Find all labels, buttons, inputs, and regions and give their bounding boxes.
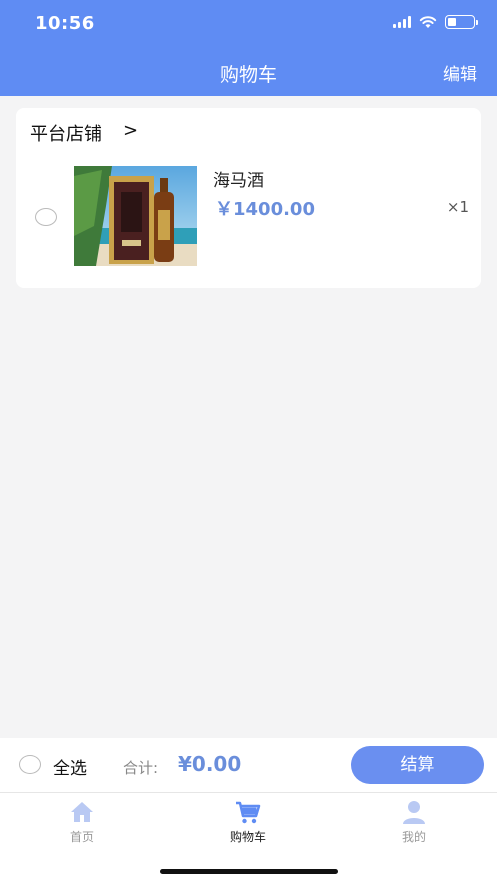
total-label: 合计: <box>123 759 159 777</box>
edit-button[interactable]: 编辑 <box>443 60 477 85</box>
tab-label: 首页 <box>69 830 94 844</box>
page-title: 购物车 <box>219 64 277 86</box>
tab-cart[interactable]: 购物车 <box>203 799 293 845</box>
checkout-bar: 全选 合计: ¥0.00 结算 <box>0 738 497 792</box>
cart-icon <box>236 801 261 824</box>
app-header: 10:56 购物车 编辑 <box>0 0 497 96</box>
total-value: ¥0.00 <box>178 752 242 776</box>
status-time: 10:56 <box>35 13 95 34</box>
select-all-label[interactable]: 全选 <box>53 754 87 779</box>
wifi-icon <box>419 16 437 28</box>
tab-label: 购物车 <box>229 830 266 844</box>
user-icon <box>403 801 425 824</box>
chevron-right-icon[interactable]: > <box>123 120 138 141</box>
store-card: 平台店铺 > 海马酒 ￥1400.00 ×1 <box>16 108 481 288</box>
tab-label: 我的 <box>401 830 426 844</box>
item-checkbox[interactable] <box>35 208 57 226</box>
tab-profile[interactable]: 我的 <box>369 799 459 845</box>
home-icon <box>71 802 93 822</box>
battery-icon <box>445 15 478 29</box>
select-all-checkbox[interactable] <box>19 755 41 774</box>
status-icons <box>393 15 478 29</box>
product-quantity: ×1 <box>446 198 469 216</box>
store-name[interactable]: 平台店铺 <box>30 120 102 146</box>
tab-home[interactable]: 首页 <box>37 799 127 845</box>
product-image[interactable] <box>74 166 197 266</box>
tab-bar: 首页 购物车 我的 <box>0 792 497 883</box>
checkout-button[interactable]: 结算 <box>351 746 484 784</box>
product-price: ￥1400.00 <box>215 199 315 220</box>
product-name[interactable]: 海马酒 <box>213 166 264 191</box>
signal-icon <box>393 16 411 28</box>
home-indicator <box>160 869 338 874</box>
